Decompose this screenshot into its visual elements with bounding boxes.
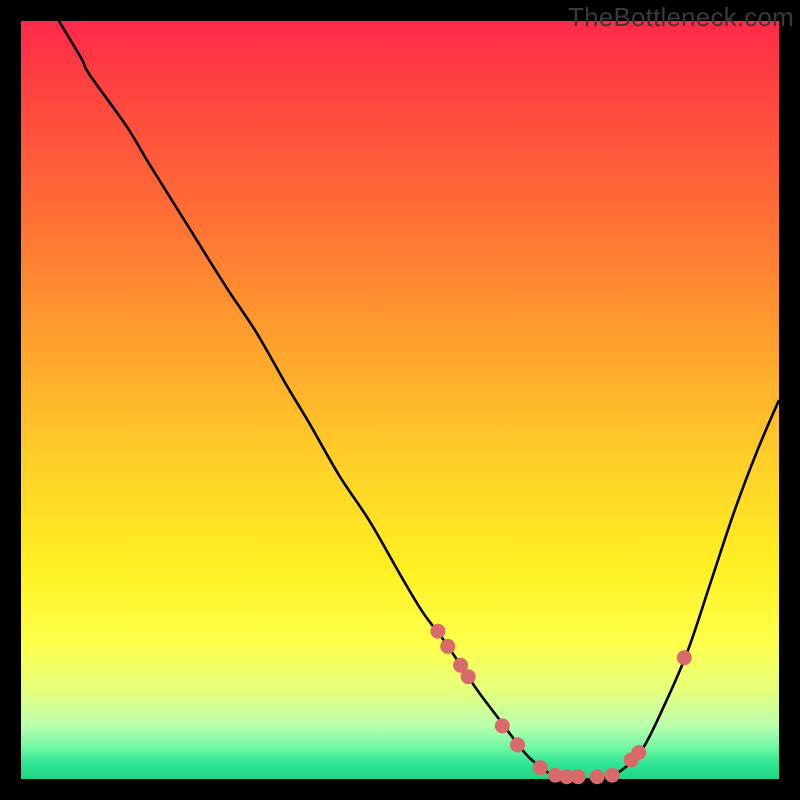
highlight-point bbox=[511, 738, 525, 752]
highlight-point bbox=[677, 651, 691, 665]
highlight-point bbox=[590, 770, 604, 784]
highlight-point bbox=[431, 624, 445, 638]
bottleneck-curve bbox=[59, 21, 779, 780]
highlight-point bbox=[461, 670, 475, 684]
highlight-points-group bbox=[431, 624, 691, 784]
highlight-point bbox=[441, 639, 455, 653]
chart-plot-area bbox=[21, 21, 779, 779]
highlight-point bbox=[495, 719, 509, 733]
highlight-point bbox=[533, 761, 547, 775]
watermark-text: TheBottleneck.com bbox=[568, 2, 794, 33]
highlight-point bbox=[605, 768, 619, 782]
chart-svg bbox=[21, 21, 779, 779]
highlight-point bbox=[632, 746, 646, 760]
highlight-point bbox=[571, 770, 585, 784]
